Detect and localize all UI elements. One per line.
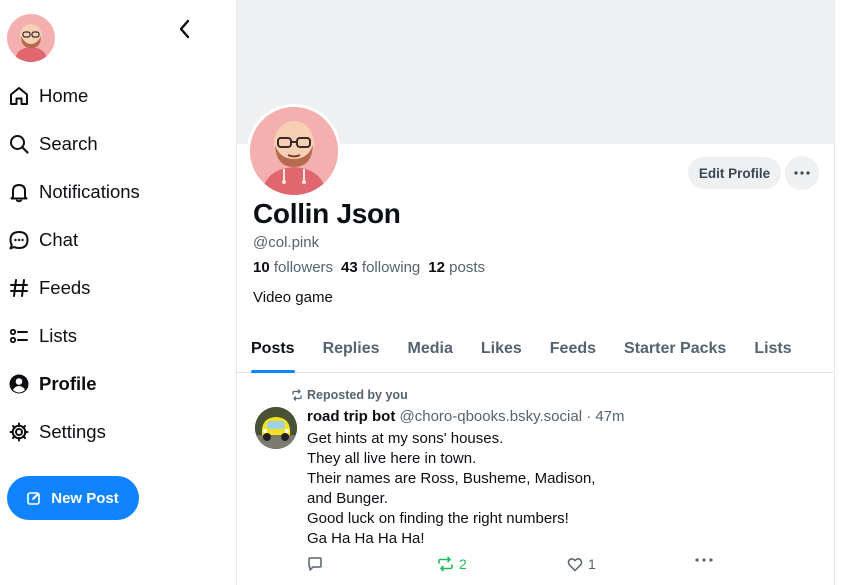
tab-replies[interactable]: Replies: [323, 326, 394, 372]
post-author-name[interactable]: road trip bot: [307, 408, 395, 425]
back-button[interactable]: [170, 14, 200, 44]
like-count: 1: [588, 556, 596, 572]
tab-media[interactable]: Media: [408, 326, 467, 372]
profile-avatar[interactable]: [247, 104, 341, 198]
posts-stat: 12 posts: [428, 259, 485, 276]
more-icon: [794, 171, 810, 175]
home-icon: [8, 85, 30, 107]
post-text-line: Get hints at my sons' houses.: [307, 430, 504, 447]
reply-button[interactable]: [307, 556, 328, 572]
post-text: Get hints at my sons' houses. They all l…: [307, 429, 807, 549]
post-text-line: Their names are Ross, Busheme, Madison,: [307, 470, 596, 487]
profile-more-button[interactable]: [785, 156, 819, 190]
profile-stats: 10 followers 43 following 12 posts: [253, 259, 485, 276]
followers-link[interactable]: 10 followers: [253, 259, 333, 276]
nav-item-lists[interactable]: Lists: [0, 312, 236, 360]
nav-label: Home: [39, 85, 89, 106]
edit-profile-button[interactable]: Edit Profile: [688, 157, 781, 189]
compose-icon: [27, 491, 41, 505]
nav-label: Notifications: [39, 181, 140, 202]
post-time[interactable]: · 47m: [586, 408, 624, 425]
more-icon: [695, 558, 713, 562]
repost-button[interactable]: 2: [437, 556, 467, 572]
hash-icon: [8, 277, 30, 299]
new-post-button[interactable]: New Post: [7, 476, 139, 520]
reply-icon: [308, 557, 322, 571]
user-avatar[interactable]: [7, 14, 55, 62]
post-header: road trip bot @choro-qbooks.bsky.social …: [307, 408, 625, 425]
nav-item-home[interactable]: Home: [0, 72, 236, 120]
followers-label: followers: [273, 259, 334, 276]
new-post-label: New Post: [51, 489, 119, 507]
repost-icon: [292, 389, 302, 401]
tab-lists[interactable]: Lists: [754, 326, 805, 372]
nav-item-notifications[interactable]: Notifications: [0, 168, 236, 216]
profile-icon: [8, 373, 30, 395]
chevron-left-icon: [179, 19, 190, 39]
nav-item-search[interactable]: Search: [0, 120, 236, 168]
nav-item-profile[interactable]: Profile: [0, 360, 236, 408]
like-button[interactable]: 1: [567, 556, 596, 572]
nav-label: Lists: [39, 325, 78, 346]
tab-starter-packs[interactable]: Starter Packs: [624, 326, 740, 372]
posts-label: posts: [449, 259, 485, 276]
tab-posts[interactable]: Posts: [251, 326, 309, 373]
display-name: Collin Json: [253, 198, 401, 229]
post-text-line: Ga Ha Ha Ha Ha!: [307, 530, 425, 547]
post-text-line: They all live here in town.: [307, 450, 477, 467]
following-count: 43: [341, 259, 358, 276]
bell-icon: [8, 181, 30, 203]
sidebar: Home Search Notifications Chat Feeds Lis…: [0, 0, 236, 585]
nav-label: Settings: [39, 421, 106, 442]
nav-item-chat[interactable]: Chat: [0, 216, 236, 264]
followers-count: 10: [253, 259, 270, 276]
following-label: following: [361, 259, 421, 276]
tab-feeds[interactable]: Feeds: [550, 326, 610, 372]
repost-label: Reposted by you: [307, 388, 408, 402]
nav-label: Search: [39, 133, 98, 154]
profile-column: Edit Profile Collin Json @col.pink 10 fo…: [236, 0, 835, 585]
feed-post[interactable]: Reposted by you road trip bot @choro-qbo…: [237, 374, 835, 585]
nav-item-feeds[interactable]: Feeds: [0, 264, 236, 312]
nav-label: Profile: [39, 373, 97, 394]
following-link[interactable]: 43 following: [341, 259, 420, 276]
nav-item-settings[interactable]: Settings: [0, 408, 236, 456]
repost-count: 2: [459, 556, 467, 572]
heart-icon: [567, 557, 583, 571]
search-icon: [8, 133, 30, 155]
post-text-line: Good luck on finding the right numbers!: [307, 510, 569, 527]
profile-bio: Video game: [253, 289, 333, 306]
list-icon: [8, 325, 30, 347]
profile-tabs: Posts Replies Media Likes Feeds Starter …: [237, 326, 835, 373]
gear-icon: [8, 421, 30, 443]
nav-label: Chat: [39, 229, 79, 250]
profile-handle: @col.pink: [253, 234, 320, 251]
post-author-avatar[interactable]: [255, 407, 297, 449]
chat-icon: [8, 229, 30, 251]
post-actions: 2 1: [307, 556, 727, 576]
repost-icon: [438, 556, 453, 572]
tab-likes[interactable]: Likes: [481, 326, 536, 372]
posts-count: 12: [428, 259, 445, 276]
main-nav: Home Search Notifications Chat Feeds Lis…: [0, 72, 236, 456]
post-text-line: and Bunger.: [307, 490, 388, 507]
post-author-handle[interactable]: @choro-qbooks.bsky.social: [400, 408, 583, 425]
nav-label: Feeds: [39, 277, 91, 298]
post-more-button[interactable]: [695, 558, 713, 562]
repost-indicator[interactable]: Reposted by you: [291, 388, 408, 402]
